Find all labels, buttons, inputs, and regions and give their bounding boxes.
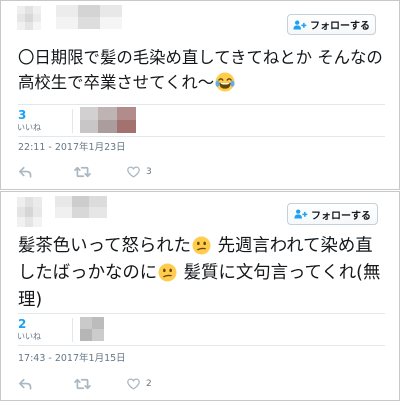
user-name[interactable] (55, 196, 107, 218)
tweet-text-segment: 髪茶色いって怒られた (18, 236, 192, 256)
user-name[interactable] (56, 5, 122, 29)
tweet-text: 〇日期限で髪の毛染め直してきてねとか そんなの 高校生で卒業させてくれ〜 (18, 45, 388, 95)
like-count: 2 (146, 379, 152, 389)
stats-separator (72, 109, 73, 133)
reply-icon (19, 166, 32, 178)
follow-button[interactable]: フォローする (287, 14, 376, 35)
avatar[interactable] (17, 197, 42, 227)
tweet-actions: 3 (18, 164, 218, 180)
heart-icon (127, 378, 140, 390)
liker-avatars[interactable] (80, 317, 104, 341)
tweet-text-line: 〇日期限で髪の毛染め直してきてねとか そんなの (18, 45, 388, 70)
liker-avatars[interactable] (80, 107, 136, 133)
follow-person-plus-icon (294, 209, 308, 219)
avatar[interactable] (17, 6, 41, 30)
retweet-icon (74, 166, 91, 178)
divider (18, 313, 385, 314)
divider (18, 104, 385, 105)
retweet-icon (74, 378, 91, 390)
divider (18, 136, 385, 137)
confused-face-emoji-icon (192, 236, 211, 255)
like-button[interactable]: 2 (127, 376, 152, 392)
tweet-text-segment: 髪質に文句言ってくれ(無 (178, 263, 381, 283)
tweet-card: フォローする 髪茶色いって怒られた 先週言われて染め直 したばっかなのに 髪質に… (0, 191, 400, 401)
stats-separator (72, 318, 73, 342)
tweet-timestamp[interactable]: 22:11 - 2017年1月23日 (18, 142, 126, 154)
reply-button[interactable] (18, 376, 32, 392)
reply-button[interactable] (18, 164, 32, 180)
tweet-text-line: 理) (18, 287, 388, 314)
likes-count-link[interactable]: 3 (18, 109, 26, 122)
likes-label: いいね (17, 332, 41, 341)
retweet-button[interactable] (74, 376, 91, 392)
tweet-text-segment: したばっかなのに (18, 263, 158, 283)
likes-label: いいね (17, 123, 41, 132)
divider (18, 345, 385, 346)
follow-person-plus-icon (293, 19, 307, 30)
follow-button[interactable]: フォローする (287, 203, 378, 225)
tweet-text-segment: 〇日期限で髪の毛染め直してきてねとか そんなの (18, 48, 383, 67)
tweet-timestamp[interactable]: 17:43 - 2017年1月15日 (18, 353, 126, 365)
tears-of-joy-emoji-icon (215, 72, 235, 92)
like-button[interactable]: 3 (127, 164, 152, 180)
tweet-text-segment: 理) (18, 290, 43, 310)
tweet-actions: 2 (18, 376, 218, 392)
follow-button-label: フォローする (310, 21, 370, 32)
like-count: 3 (146, 167, 152, 177)
tweet-card: フォローする 〇日期限で髪の毛染め直してきてねとか そんなの 高校生で卒業させて… (0, 0, 400, 190)
heart-icon (127, 166, 140, 178)
likes-count-link[interactable]: 2 (18, 318, 26, 331)
tweet-text: 髪茶色いって怒られた 先週言われて染め直 したばっかなのに 髪質に文句言ってくれ… (18, 233, 388, 314)
tweet-text-line: 高校生で卒業させてくれ〜 (18, 70, 388, 95)
tweet-text-line: したばっかなのに 髪質に文句言ってくれ(無 (18, 260, 388, 287)
tweet-text-segment: 高校生で卒業させてくれ〜 (18, 73, 215, 92)
retweet-button[interactable] (74, 164, 91, 180)
tweet-text-line: 髪茶色いって怒られた 先週言われて染め直 (18, 233, 388, 260)
confused-face-emoji-icon (158, 263, 177, 282)
follow-button-label: フォローする (311, 210, 371, 222)
tweet-text-segment: 先週言われて染め直 (212, 236, 373, 256)
reply-icon (19, 378, 32, 390)
